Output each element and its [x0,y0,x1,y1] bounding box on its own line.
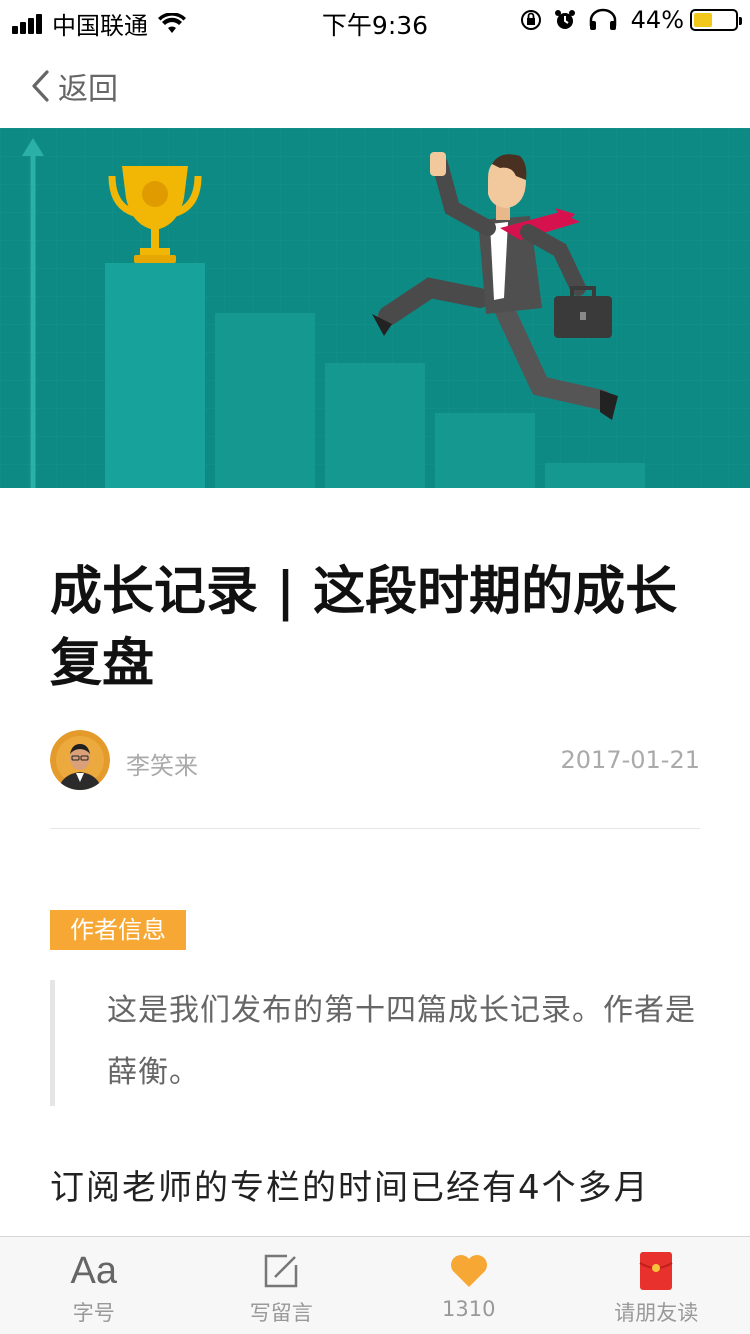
author-avatar[interactable] [50,730,110,790]
font-size-icon: Aa [70,1250,117,1292]
font-size-button[interactable]: Aa 字号 [0,1237,188,1334]
author-name[interactable]: 李笑来 [126,746,198,781]
divider [50,828,700,829]
status-bar: 中国联通 下午9:36 44% [0,0,750,40]
section-tag: 作者信息 [50,910,186,950]
article-paragraph: 订阅老师的专栏的时间已经有4个多月 [50,1168,650,1208]
like-count: 1310 [442,1297,496,1321]
author-row: 李笑来 2017-01-21 [50,730,700,792]
write-comment-label: 写留言 [249,1301,313,1325]
alarm-icon [554,10,575,29]
red-envelope-icon [639,1252,673,1290]
headphones-icon [589,8,616,30]
article-title: 成长记录 | 这段时期的成长复盘 [50,561,678,694]
blockquote: 这是我们发布的第十四篇成长记录。作者是薛衡。 [50,980,700,1106]
nav-bar: 返回 [0,40,750,128]
back-label: 返回 [58,72,118,107]
write-comment-button[interactable]: 写留言 [188,1237,376,1334]
publish-date: 2017-01-21 [560,746,700,774]
hero-image [0,128,750,488]
battery-icon [690,9,742,31]
font-size-label: 字号 [72,1301,115,1325]
battery-percent: 44% [630,6,684,34]
rotation-lock-icon [520,10,541,30]
chevron-left-icon [32,70,49,102]
back-button[interactable]: 返回 [30,64,118,108]
heart-icon [450,1255,487,1287]
quote-text: 这是我们发布的第十四篇成长记录。作者是薛衡。 [107,993,696,1090]
bottom-toolbar: Aa 字号 写留言 1310 请朋友读 [0,1236,750,1334]
edit-icon [265,1254,298,1288]
like-button[interactable]: 1310 [375,1237,563,1334]
share-label: 请朋友读 [614,1301,699,1325]
share-button[interactable]: 请朋友读 [563,1237,750,1334]
